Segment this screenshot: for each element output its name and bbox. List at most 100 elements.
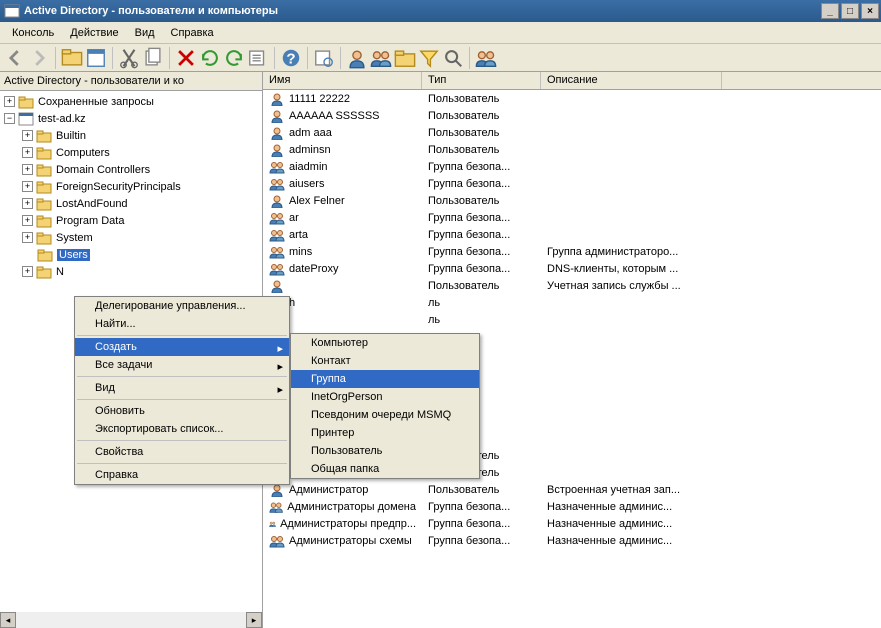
menu-item[interactable]: Найти... — [75, 315, 289, 333]
find-button[interactable] — [313, 47, 335, 69]
expand-toggle[interactable]: + — [22, 181, 33, 192]
tree-domain-root[interactable]: −test-ad.kz — [0, 110, 262, 127]
delete-button[interactable] — [175, 47, 197, 69]
menu-help[interactable]: Справка — [163, 24, 222, 42]
tree-item-n[interactable]: +N — [0, 263, 262, 280]
list-row[interactable]: ль — [263, 311, 881, 328]
menu-item[interactable]: Экспортировать список... — [75, 420, 289, 438]
search-button[interactable] — [442, 47, 464, 69]
list-row[interactable]: Администраторы предпр...Группа безопа...… — [263, 515, 881, 532]
list-row[interactable]: adminsnПользователь — [263, 141, 881, 158]
tree-item-users[interactable]: Users — [0, 246, 262, 263]
menu-item[interactable]: Общая папка — [291, 460, 479, 478]
tree-item-computers[interactable]: +Computers — [0, 144, 262, 161]
menu-console[interactable]: Консоль — [4, 24, 62, 42]
list-row[interactable]: artaГруппа безопа... — [263, 226, 881, 243]
menu-item[interactable]: Создать▸ — [75, 338, 289, 356]
close-button[interactable]: × — [861, 3, 879, 19]
menu-item[interactable]: Контакт — [291, 352, 479, 370]
expand-toggle[interactable]: − — [4, 113, 15, 124]
svg-text:?: ? — [286, 50, 295, 67]
group-icon — [269, 228, 285, 242]
group-icon — [269, 262, 285, 276]
list-row[interactable]: adm aaaПользователь — [263, 124, 881, 141]
menu-item[interactable]: Обновить — [75, 402, 289, 420]
refresh2-button[interactable] — [223, 47, 245, 69]
menu-item[interactable]: Принтер — [291, 424, 479, 442]
tree-item-builtin[interactable]: +Builtin — [0, 127, 262, 144]
menu-item[interactable]: Вид▸ — [75, 379, 289, 397]
list-row[interactable]: dateProxyГруппа безопа...DNS-клиенты, ко… — [263, 260, 881, 277]
scroll-left-button[interactable]: ◂ — [0, 612, 16, 628]
list-row[interactable]: Администраторы схемыГруппа безопа...Назн… — [263, 532, 881, 549]
row-name: adminsn — [289, 144, 331, 156]
maximize-button[interactable]: □ — [841, 3, 859, 19]
menu-item[interactable]: Делегирование управления... — [75, 297, 289, 315]
properties-button[interactable] — [85, 47, 107, 69]
menu-item[interactable]: Пользователь — [291, 442, 479, 460]
menu-item[interactable]: Все задачи▸ — [75, 356, 289, 374]
folder-icon — [18, 95, 34, 109]
menu-action[interactable]: Действие — [62, 24, 126, 42]
list-row[interactable]: AAAAAA SSSSSSПользователь — [263, 107, 881, 124]
column-type[interactable]: Тип — [422, 72, 541, 89]
filter-button[interactable] — [418, 47, 440, 69]
list-row[interactable]: Администраторы доменаГруппа безопа...Наз… — [263, 498, 881, 515]
tree-saved-queries[interactable]: +Сохраненные запросы — [0, 93, 262, 110]
menu-view[interactable]: Вид — [127, 24, 163, 42]
up-button[interactable] — [61, 47, 83, 69]
menu-item[interactable]: Свойства — [75, 443, 289, 461]
list-row[interactable]: ПользовательУчетная запись службы ... — [263, 277, 881, 294]
row-desc: Группа администраторо... — [541, 246, 722, 258]
help-button[interactable]: ? — [280, 47, 302, 69]
menu-separator — [77, 335, 287, 336]
tree-header[interactable]: Active Directory - пользователи и ко — [0, 72, 262, 91]
row-name: mins — [289, 246, 312, 258]
expand-toggle[interactable]: + — [22, 266, 33, 277]
expand-toggle[interactable]: + — [22, 147, 33, 158]
group-icon — [269, 500, 283, 514]
list-row[interactable]: 11111 22222Пользователь — [263, 90, 881, 107]
copy-button[interactable] — [142, 47, 164, 69]
column-desc[interactable]: Описание — [541, 72, 722, 89]
scroll-track[interactable] — [16, 612, 246, 628]
expand-toggle[interactable]: + — [22, 215, 33, 226]
tree-item-program data[interactable]: +Program Data — [0, 212, 262, 229]
menu-item[interactable]: Псевдоним очереди MSMQ — [291, 406, 479, 424]
menu-item[interactable]: Компьютер — [291, 334, 479, 352]
expand-toggle[interactable]: + — [4, 96, 15, 107]
list-row[interactable]: АдминистраторПользовательВстроенная учет… — [263, 481, 881, 498]
tree-item-domain controllers[interactable]: + Domain Controllers — [0, 161, 262, 178]
row-desc: Назначенные админис... — [541, 518, 722, 530]
expand-toggle[interactable]: + — [22, 232, 33, 243]
column-name[interactable]: Имя — [263, 72, 422, 89]
list-row[interactable]: aiusersГруппа безопа... — [263, 175, 881, 192]
minimize-button[interactable]: _ — [821, 3, 839, 19]
expand-toggle[interactable]: + — [22, 130, 33, 141]
refresh1-button[interactable] — [199, 47, 221, 69]
tree-item-lostandfound[interactable]: +LostAndFound — [0, 195, 262, 212]
back-button[interactable] — [4, 47, 26, 69]
list-row[interactable]: Alex FelnerПользователь — [263, 192, 881, 209]
expand-toggle[interactable]: + — [22, 198, 33, 209]
expand-toggle[interactable]: + — [22, 164, 33, 175]
scroll-right-button[interactable]: ▸ — [246, 612, 262, 628]
tree-item-foreignsecurityprincipals[interactable]: +ForeignSecurityPrincipals — [0, 178, 262, 195]
add-to-group-button[interactable] — [475, 47, 497, 69]
menu-item[interactable]: InetOrgPerson — [291, 388, 479, 406]
export-button[interactable] — [247, 47, 269, 69]
new-group-button[interactable] — [370, 47, 392, 69]
tree-item-label: Domain Controllers — [56, 164, 150, 176]
new-user-button[interactable] — [346, 47, 368, 69]
menu-item[interactable]: Справка — [75, 466, 289, 484]
tree-item-system[interactable]: +System — [0, 229, 262, 246]
list-row[interactable]: aiadminГруппа безопа... — [263, 158, 881, 175]
cut-button[interactable] — [118, 47, 140, 69]
list-row[interactable]: minsГруппа безопа...Группа администратор… — [263, 243, 881, 260]
menu-item[interactable]: Группа — [291, 370, 479, 388]
forward-button[interactable] — [28, 47, 50, 69]
list-row[interactable]: hль — [263, 294, 881, 311]
new-ou-button[interactable] — [394, 47, 416, 69]
user-icon — [269, 279, 285, 293]
list-row[interactable]: arГруппа безопа... — [263, 209, 881, 226]
